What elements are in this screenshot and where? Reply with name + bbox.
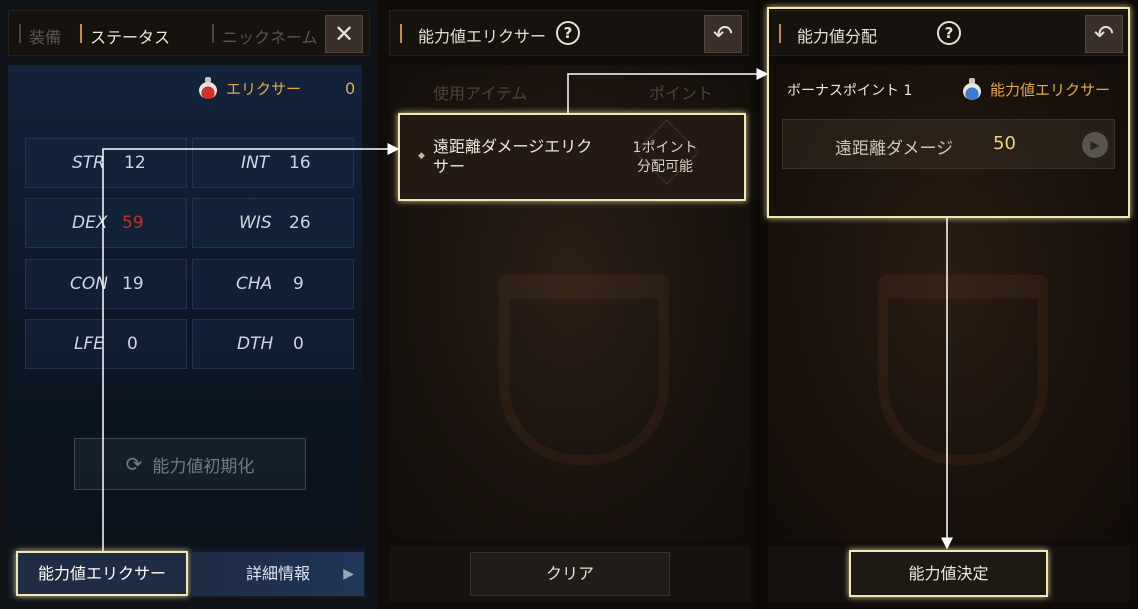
diamond-bullet-icon: ◆ <box>418 151 425 161</box>
status-tab-bar: 装備 ステータス ニックネーム ✕ <box>8 10 370 56</box>
stat-row-value: 50 <box>993 133 1016 154</box>
stat-distribution-row[interactable]: 遠距離ダメージ 50 ▶ <box>782 119 1115 169</box>
back-button[interactable]: ↶ <box>704 15 742 53</box>
stat-int: INT 16 <box>192 138 354 188</box>
stat-name: STR <box>72 153 105 173</box>
stat-value: 26 <box>289 213 311 233</box>
stat-elixir-button[interactable]: 能力値エリクサー <box>16 551 188 596</box>
stat-name: LFE <box>74 334 104 354</box>
stat-reset-button[interactable]: ⟳ 能力値初期化 <box>74 438 306 490</box>
refresh-icon: ⟳ <box>125 452 143 476</box>
elixir-header: 能力値エリクサー ? ↶ <box>389 10 749 56</box>
tab-divider <box>19 24 21 43</box>
background-emblem <box>878 275 1048 465</box>
red-potion-icon <box>198 77 218 99</box>
reset-label: 能力値初期化 <box>152 456 255 477</box>
stat-name: CHA <box>236 274 273 294</box>
stat-wis: WIS 26 <box>192 198 354 248</box>
tab-points[interactable]: ポイント <box>649 80 713 104</box>
tab-nickname[interactable]: ニックネーム <box>222 24 318 48</box>
stat-lfe: LFE 0 <box>25 319 187 369</box>
tab-use-item[interactable]: 使用アイテム <box>433 80 527 104</box>
close-button[interactable]: ✕ <box>325 15 363 53</box>
elixir-counter: エリクサー <box>198 77 301 99</box>
stat-value: 0 <box>127 334 138 354</box>
background-emblem <box>499 275 669 465</box>
stat-name: DTH <box>237 334 274 354</box>
help-icon[interactable]: ? <box>556 21 580 45</box>
stat-row-name: 遠距離ダメージ <box>835 139 954 159</box>
distribution-highlight <box>767 7 1130 218</box>
title-marker <box>400 24 402 43</box>
stat-str: STR 12 <box>25 138 187 188</box>
undo-icon: ↶ <box>712 20 734 48</box>
elixir-panel: 能力値エリクサー ? ↶ 使用アイテム ポイント <box>381 0 757 609</box>
stat-value: 12 <box>124 153 146 173</box>
item-points: 1ポイント 分配可能 <box>620 139 710 177</box>
stat-value: 0 <box>293 334 304 354</box>
points-line: 分配可能 <box>637 159 693 175</box>
stat-value: 16 <box>289 153 311 173</box>
elixir-label: エリクサー <box>226 79 302 98</box>
tab-divider <box>212 24 214 43</box>
stat-value-highlighted: 59 <box>122 213 144 233</box>
page-title: 能力値エリクサー <box>418 27 547 46</box>
stat-name: CON <box>70 274 108 294</box>
increase-play-icon[interactable]: ▶ <box>1082 132 1108 158</box>
elixir-item-card[interactable]: ◆ 遠距離ダメージエリクサー 1ポイント 分配可能 <box>398 113 746 201</box>
stat-name: WIS <box>239 213 272 233</box>
applied-elixir: 能力値エリクサー <box>962 78 1110 100</box>
stat-name: INT <box>241 153 270 173</box>
applied-elixir-label: 能力値エリクサー <box>990 80 1111 99</box>
bonus-points-label: ボーナスポイント 1 <box>787 83 913 99</box>
blue-potion-icon <box>962 78 982 100</box>
stat-cha: CHA 9 <box>192 259 354 309</box>
stat-grid: STR 12 INT 16 DEX 59 WIS 26 CON 19 CHA 9 LFE 0 … <box>25 138 355 370</box>
stat-value: 19 <box>122 274 144 294</box>
stat-value: 9 <box>293 274 304 294</box>
tab-status[interactable]: ステータス <box>90 24 170 48</box>
elixir-count: 0 <box>345 79 356 98</box>
item-name: 遠距離ダメージエリクサー <box>433 137 593 176</box>
confirm-stat-button[interactable]: 能力値決定 <box>849 550 1048 597</box>
tab-equipment[interactable]: 装備 <box>29 24 61 48</box>
close-icon: ✕ <box>333 20 355 48</box>
detail-label: 詳細情報 <box>245 564 310 583</box>
arrow-right-icon: ▶ <box>343 566 354 582</box>
stat-con: CON 19 <box>25 259 187 309</box>
clear-button[interactable]: クリア <box>470 552 670 596</box>
detail-info-button[interactable]: 詳細情報 ▶ <box>192 552 364 596</box>
points-line: 1ポイント <box>632 140 698 156</box>
tab-active-marker <box>80 24 82 43</box>
stat-name: DEX <box>72 213 108 233</box>
stat-dex: DEX 59 <box>25 198 187 248</box>
stat-dth: DTH 0 <box>192 319 354 369</box>
